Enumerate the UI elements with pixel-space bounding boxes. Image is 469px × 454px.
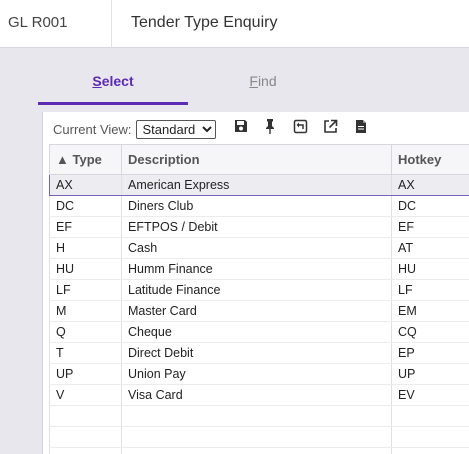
table-row[interactable]: M Master Card EM: [49, 300, 469, 322]
table-row[interactable]: Q Cheque CQ: [49, 321, 469, 343]
column-header-type-label: Type: [72, 152, 102, 167]
table-row[interactable]: AX American Express AX: [49, 174, 469, 196]
grid-header-row: ▲ Type Description Hotkey: [49, 144, 469, 175]
view-bar: Current View: Standard: [53, 119, 216, 139]
table-row[interactable]: HU Humm Finance HU: [49, 258, 469, 280]
column-header-type[interactable]: ▲ Type: [49, 144, 122, 175]
description-cell: [121, 426, 392, 448]
description-cell: Latitude Finance: [121, 279, 392, 301]
table-row[interactable]: DC Diners Club DC: [49, 195, 469, 217]
hotkey-cell: AX: [391, 174, 469, 196]
tab-select[interactable]: Select: [38, 73, 188, 89]
sort-ascending-icon: ▲: [56, 152, 69, 167]
type-cell: Q: [49, 321, 122, 343]
hotkey-cell: LF: [391, 279, 469, 301]
description-cell: Humm Finance: [121, 258, 392, 280]
pin-icon[interactable]: [261, 117, 279, 135]
column-header-hotkey[interactable]: Hotkey: [391, 144, 469, 175]
hotkey-cell: EV: [391, 384, 469, 406]
tender-type-grid: ▲ Type Description Hotkey AX American Exp…: [49, 144, 469, 454]
tab-find-mnemonic: F: [249, 73, 258, 89]
hotkey-cell: EM: [391, 300, 469, 322]
tab-find-label: ind: [257, 73, 277, 89]
grid-body: AX American Express AX DC Diners Club DC EF EFT…: [49, 174, 469, 454]
tab-bar: Select Find: [0, 60, 469, 106]
hotkey-cell: EP: [391, 342, 469, 364]
document-icon[interactable]: [352, 117, 370, 135]
description-cell: Cash: [121, 237, 392, 259]
type-cell: H: [49, 237, 122, 259]
table-row[interactable]: V Visa Card EV: [49, 384, 469, 406]
tab-find[interactable]: Find: [188, 73, 338, 89]
table-row[interactable]: LF Latitude Finance LF: [49, 279, 469, 301]
description-cell: Diners Club: [121, 195, 392, 217]
table-row[interactable]: H Cash AT: [49, 237, 469, 259]
type-cell: AX: [49, 174, 122, 196]
restore-icon[interactable]: [291, 117, 309, 135]
table-row[interactable]: T Direct Debit EP: [49, 342, 469, 364]
description-cell: [121, 447, 392, 454]
hotkey-cell: HU: [391, 258, 469, 280]
hotkey-cell: EF: [391, 216, 469, 238]
hotkey-cell: DC: [391, 195, 469, 217]
tab-select-label: elect: [101, 73, 134, 89]
type-cell: T: [49, 342, 122, 364]
empty-row: [49, 426, 469, 448]
empty-row: [49, 447, 469, 454]
description-cell: EFTPOS / Debit: [121, 216, 392, 238]
type-cell: EF: [49, 216, 122, 238]
description-cell: Direct Debit: [121, 342, 392, 364]
hotkey-cell: UP: [391, 363, 469, 385]
column-header-description[interactable]: Description: [121, 144, 392, 175]
app-header: GL R001 Tender Type Enquiry: [0, 0, 469, 48]
type-cell: HU: [49, 258, 122, 280]
page-title: Tender Type Enquiry: [131, 14, 278, 31]
hotkey-cell: [391, 426, 469, 448]
hotkey-cell: [391, 447, 469, 454]
type-cell: LF: [49, 279, 122, 301]
type-cell: DC: [49, 195, 122, 217]
program-code: GL R001: [8, 14, 68, 31]
hotkey-cell: CQ: [391, 321, 469, 343]
description-cell: Master Card: [121, 300, 392, 322]
table-row[interactable]: UP Union Pay UP: [49, 363, 469, 385]
description-cell: Visa Card: [121, 384, 392, 406]
results-panel: Current View: Standard ▲ Type Descriptio…: [42, 112, 469, 454]
empty-row: [49, 405, 469, 427]
save-icon[interactable]: [232, 117, 250, 135]
description-cell: [121, 405, 392, 427]
type-cell: [49, 426, 122, 448]
type-cell: [49, 405, 122, 427]
active-tab-indicator: [38, 102, 188, 105]
hotkey-cell: [391, 405, 469, 427]
table-row[interactable]: EF EFTPOS / Debit EF: [49, 216, 469, 238]
view-select[interactable]: Standard: [135, 119, 216, 139]
description-cell: American Express: [121, 174, 392, 196]
tab-select-mnemonic: S: [92, 73, 102, 89]
description-cell: Cheque: [121, 321, 392, 343]
description-cell: Union Pay: [121, 363, 392, 385]
type-cell: V: [49, 384, 122, 406]
type-cell: UP: [49, 363, 122, 385]
export-icon[interactable]: [321, 117, 339, 135]
header-divider: [111, 0, 112, 48]
current-view-label: Current View:: [53, 121, 132, 137]
type-cell: M: [49, 300, 122, 322]
type-cell: [49, 447, 122, 454]
hotkey-cell: AT: [391, 237, 469, 259]
